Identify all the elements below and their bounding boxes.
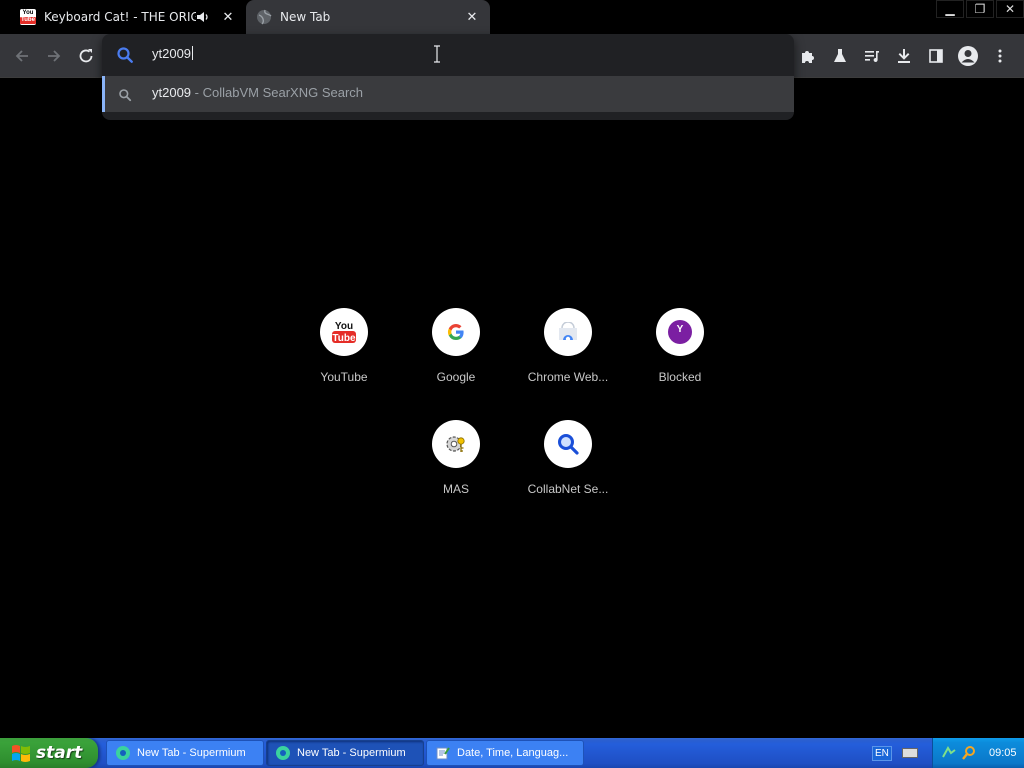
language-bar: EN [860, 738, 930, 768]
supermium-icon [276, 746, 290, 760]
minimize-icon[interactable]: ▁ [936, 0, 964, 18]
side-panel-icon[interactable] [920, 42, 952, 70]
labs-flask-icon[interactable] [824, 42, 856, 70]
start-button[interactable]: start [0, 738, 98, 768]
magnifier-icon[interactable] [961, 745, 977, 761]
tab-title: Keyboard Cat! - THE ORIGINAL! [44, 10, 196, 24]
globe-favicon-icon [257, 9, 272, 25]
search-icon [117, 47, 133, 63]
forward-button[interactable] [42, 44, 66, 68]
address-bar[interactable]: yt2009 [102, 34, 794, 76]
suggestion-separator: - [191, 85, 203, 100]
address-input[interactable]: yt2009 [152, 46, 194, 61]
tab-strip: YouTube Keyboard Cat! - THE ORIGINAL! ✕ … [0, 0, 1024, 34]
google-g-icon [432, 308, 480, 356]
text-caret [192, 46, 194, 60]
taskbar-button-active[interactable]: New Tab - Supermium [266, 740, 424, 766]
taskbar-button-label: New Tab - Supermium [137, 747, 246, 759]
reload-button[interactable] [74, 44, 98, 68]
tab-title: New Tab [280, 10, 331, 24]
media-queue-icon[interactable] [856, 42, 888, 70]
tab-new-tab[interactable]: New Tab ✕ [246, 0, 490, 34]
extensions-puzzle-icon[interactable] [792, 42, 824, 70]
ibeam-cursor-icon [434, 45, 440, 63]
clock[interactable]: 09:05 [989, 747, 1017, 759]
shortcut-google[interactable]: Google [400, 308, 512, 420]
youtube-favicon-icon: You Tube [20, 9, 36, 25]
omnibox-suggestion[interactable]: yt2009 - CollabVM SearXNG Search [102, 76, 794, 112]
tab-close-icon[interactable]: ✕ [464, 9, 480, 25]
shortcut-youtube[interactable]: You Tube YouTube [288, 308, 400, 420]
shortcut-label: Blocked [658, 370, 702, 384]
shortcut-mas[interactable]: MAS [400, 420, 512, 532]
supermium-icon [116, 746, 130, 760]
taskbar-button-label: Date, Time, Languag... [457, 747, 569, 759]
window-controls: ▁ ❐ ✕ [934, 0, 1024, 20]
date-time-control-panel-icon [436, 747, 450, 760]
svg-text:Y: Y [677, 324, 684, 335]
magnifier-icon [544, 420, 592, 468]
taskbar-button[interactable]: Date, Time, Languag... [426, 740, 584, 766]
search-icon [119, 89, 132, 102]
shortcut-label: YouTube [320, 370, 368, 384]
browser-window: YouTube Keyboard Cat! - THE ORIGINAL! ✕ … [0, 0, 1024, 768]
arrow-left-icon [15, 50, 28, 62]
youtube-logo-icon: You Tube [320, 308, 368, 356]
gear-key-icon [432, 420, 480, 468]
speaker-icon[interactable] [196, 10, 210, 24]
suggestion-source: CollabVM SearXNG Search [202, 85, 364, 100]
shortcut-chrome-web-store[interactable]: Chrome Web... [512, 308, 624, 420]
suggestion-query: yt2009 [152, 85, 192, 100]
language-indicator[interactable]: EN [872, 745, 892, 761]
yahoo-logo-icon: Y [656, 308, 704, 356]
shortcut-label: MAS [442, 482, 469, 496]
selection-accent [102, 76, 105, 112]
extension-toolbar [792, 42, 1016, 70]
shortcut-collabnet-search[interactable]: CollabNet Se... [512, 420, 624, 532]
taskbar-button-label: New Tab - Supermium [297, 747, 406, 759]
windows-flag-icon [12, 745, 30, 762]
shortcut-label: CollabNet Se... [527, 482, 609, 496]
taskbar: start New Tab - Supermium New Tab - Supe… [0, 738, 1024, 768]
back-button[interactable] [10, 44, 34, 68]
profile-avatar-icon[interactable] [952, 42, 984, 70]
tab-close-icon[interactable]: ✕ [220, 9, 236, 25]
download-icon[interactable] [888, 42, 920, 70]
svg-text:Tube: Tube [332, 333, 356, 344]
arrow-right-icon [48, 50, 61, 62]
suggestion-text: yt2009 - CollabVM SearXNG Search [152, 85, 363, 100]
chrome-web-store-icon [544, 308, 592, 356]
system-tray: 09:05 [932, 738, 1024, 768]
menu-kebab-icon[interactable] [984, 42, 1016, 70]
shortcut-label: Google [436, 370, 476, 384]
start-label: start [36, 743, 83, 763]
reload-icon [79, 49, 93, 63]
close-icon[interactable]: ✕ [996, 0, 1024, 18]
svg-text:You: You [335, 321, 353, 332]
shortcut-label: Chrome Web... [527, 370, 609, 384]
tab-keyboard-cat[interactable]: YouTube Keyboard Cat! - THE ORIGINAL! ✕ [10, 0, 246, 34]
restore-icon[interactable]: ❐ [966, 0, 994, 18]
network-icon[interactable] [941, 745, 957, 761]
shortcut-blocked[interactable]: Y Blocked [624, 308, 736, 420]
omnibox-popup: yt2009 yt2009 - CollabVM SearXNG Search [102, 34, 794, 120]
keyboard-icon[interactable] [901, 748, 918, 758]
taskbar-button[interactable]: New Tab - Supermium [106, 740, 264, 766]
